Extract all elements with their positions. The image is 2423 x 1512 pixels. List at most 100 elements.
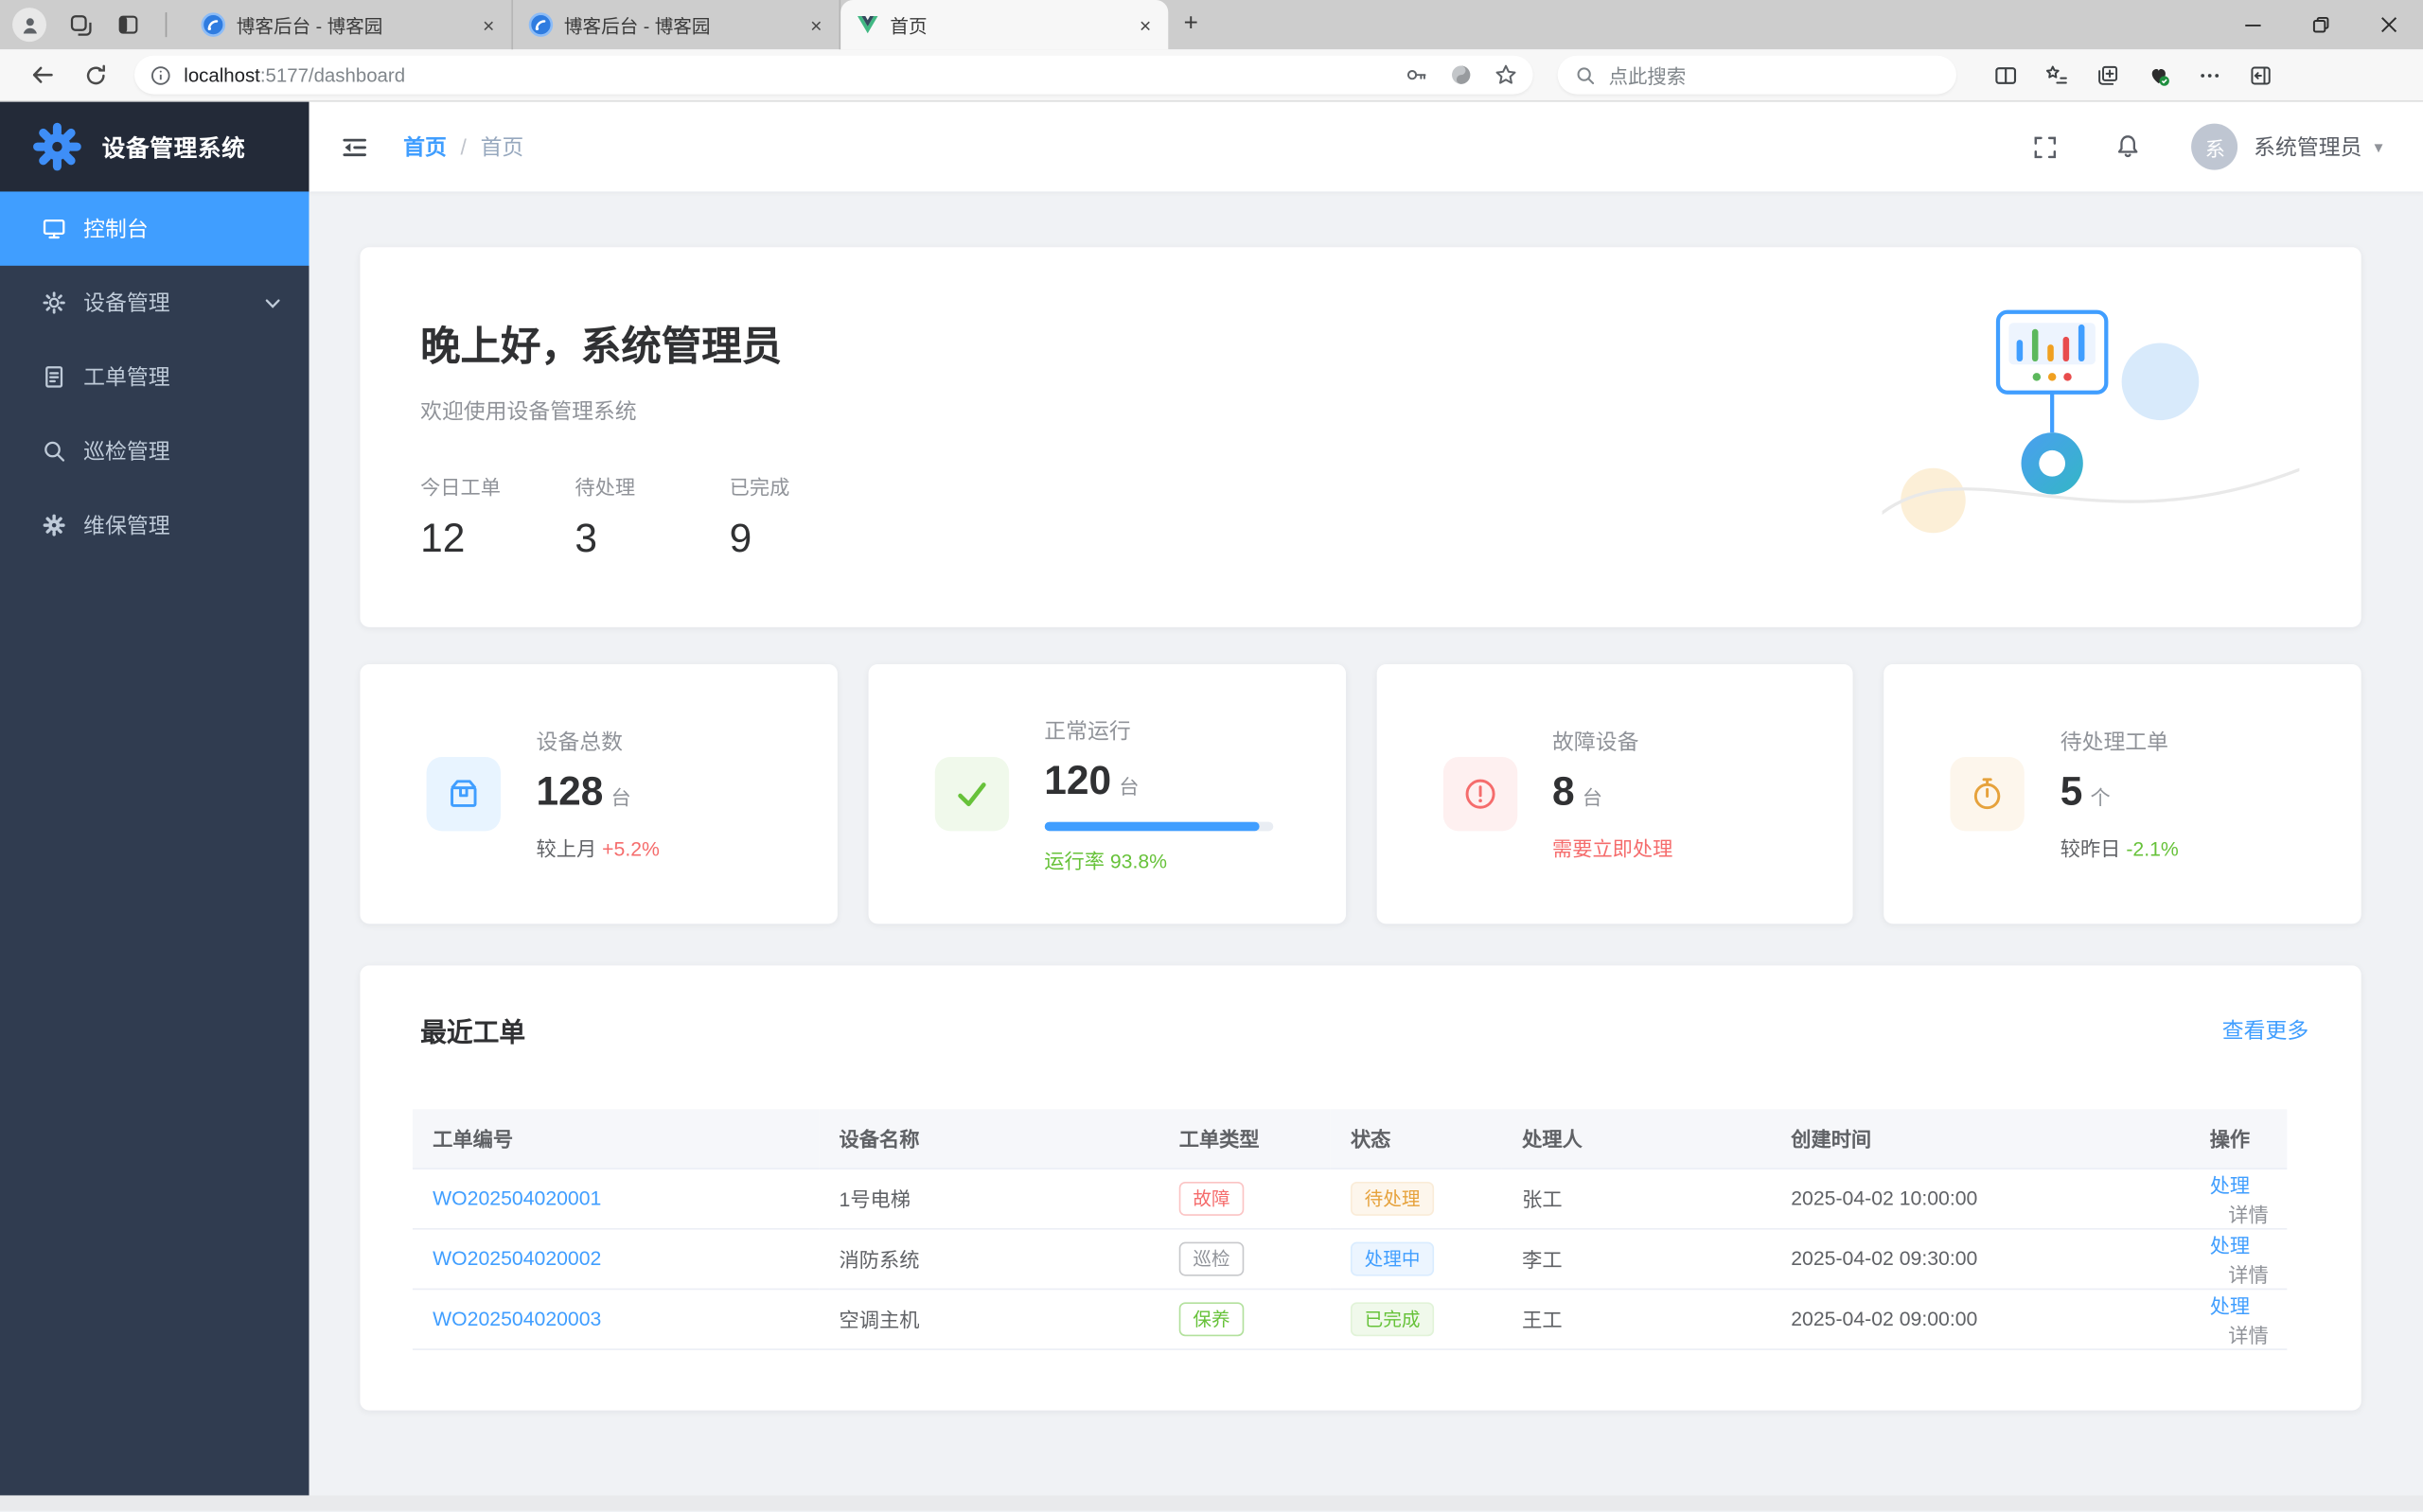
close-window-button[interactable] [2355, 0, 2423, 49]
monitor-icon [42, 217, 66, 241]
url-text[interactable]: localhost:5177/dashboard [184, 64, 405, 86]
type-tag: 故障 [1179, 1181, 1245, 1215]
process-link[interactable]: 处理 [2210, 1293, 2250, 1316]
address-bar[interactable]: localhost:5177/dashboard [134, 56, 1533, 95]
favorite-star-icon[interactable] [1494, 63, 1517, 86]
process-link[interactable]: 处理 [2210, 1173, 2250, 1196]
sidebar-item-inspection[interactable]: 巡检管理 [0, 414, 310, 488]
password-key-icon[interactable] [1405, 63, 1427, 86]
browser-profile-button[interactable] [12, 8, 46, 42]
sidebar-item-maintenance[interactable]: 维保管理 [0, 488, 310, 562]
detail-link[interactable]: 详情 [2228, 1323, 2268, 1345]
collections-icon[interactable] [2096, 62, 2120, 87]
browser-tab-active[interactable]: 首页 × [840, 0, 1168, 49]
back-icon[interactable] [15, 62, 69, 88]
recent-orders-card: 最近工单 查看更多 工单编号 设备名称 工单类型 状态 处理人 创建时间 [360, 965, 2361, 1410]
refresh-icon[interactable] [69, 62, 122, 87]
sidebar-item-label: 巡检管理 [83, 435, 169, 466]
table-row: WO202504020003 空调主机 保养 已完成 王工 2025-04-02… [413, 1289, 2287, 1349]
url-path: :5177/dashboard [260, 64, 405, 86]
app-logo: 设备管理系统 [0, 102, 310, 192]
stat-label: 今日工单 [420, 471, 501, 501]
stat-card-footer: 较上月 +5.2% [537, 833, 660, 862]
col-type: 工单类型 [1158, 1109, 1330, 1168]
breadcrumb-home[interactable]: 首页 [403, 132, 447, 163]
tab-title: 首页 [890, 11, 1123, 38]
document-icon [42, 364, 66, 389]
search-placeholder: 点此搜索 [1609, 61, 1687, 90]
stat-card-pending-orders: 待处理工单 5 个 较昨日 -2.1% [1884, 664, 2361, 923]
handler-name: 张工 [1502, 1168, 1771, 1228]
workspaces-icon[interactable] [68, 11, 95, 38]
breadcrumb-current: 首页 [481, 132, 524, 163]
device-name: 1号电梯 [819, 1168, 1158, 1228]
stat-card-faulty: 故障设备 8 台 需要立即处理 [1376, 664, 1853, 923]
vue-icon [856, 14, 878, 36]
stat-value: 3 [575, 515, 655, 563]
col-handler: 处理人 [1502, 1109, 1771, 1168]
trend-value: +5.2% [602, 837, 660, 860]
detail-link[interactable]: 详情 [2228, 1203, 2268, 1225]
stat-label: 待处理 [575, 471, 655, 501]
col-actions: 操作 [2189, 1109, 2287, 1168]
warning-icon [1461, 776, 1498, 813]
app-header: 首页 / 首页 系 [310, 102, 2423, 192]
browser-tab-1[interactable]: 博客后台 - 博客园 × [186, 0, 513, 49]
tab-close-icon[interactable]: × [478, 13, 499, 36]
col-device: 设备名称 [819, 1109, 1158, 1168]
browser-toolbar: localhost:5177/dashboard 点此搜索 [0, 49, 2423, 102]
created-time: 2025-04-02 09:30:00 [1771, 1228, 2189, 1289]
fullscreen-icon[interactable] [2033, 133, 2060, 160]
user-caret-icon[interactable]: ▾ [2375, 136, 2383, 156]
sidebar-item-console[interactable]: 控制台 [0, 191, 310, 265]
breadcrumb: 首页 / 首页 [403, 132, 523, 163]
favorites-icon[interactable] [2044, 62, 2069, 87]
sidebar-item-label: 控制台 [83, 213, 149, 244]
detail-link[interactable]: 详情 [2228, 1263, 2268, 1286]
minimize-button[interactable] [2219, 0, 2287, 49]
gear-solid-icon [42, 513, 66, 537]
type-tag: 保养 [1179, 1302, 1245, 1336]
user-name[interactable]: 系统管理员 [2254, 132, 2361, 163]
site-info-icon[interactable] [150, 64, 171, 86]
notification-bell-icon[interactable] [2114, 132, 2142, 160]
order-id-link[interactable]: WO202504020001 [433, 1187, 601, 1209]
browser-essentials-icon[interactable] [2147, 62, 2171, 87]
gear-icon [42, 290, 66, 315]
stat-value: 9 [730, 515, 810, 563]
status-tag: 已完成 [1351, 1302, 1434, 1336]
vertical-tabs-icon[interactable] [115, 12, 140, 37]
stat-card-total-devices: 设备总数 128 台 较上月 +5.2% [360, 664, 837, 923]
sidebar-item-workorders[interactable]: 工单管理 [0, 340, 310, 413]
restore-button[interactable] [2287, 0, 2355, 49]
search-box[interactable]: 点此搜索 [1558, 56, 1956, 95]
tab-close-icon[interactable]: × [1135, 13, 1156, 36]
stat-card-value: 8 [1552, 767, 1575, 816]
avatar[interactable]: 系 [2192, 124, 2238, 170]
split-screen-icon[interactable] [1993, 62, 2018, 87]
device-name: 空调主机 [819, 1289, 1158, 1349]
tab-close-icon[interactable]: × [805, 13, 826, 36]
more-menu-icon[interactable] [2198, 62, 2222, 87]
stat-value: 12 [420, 515, 501, 563]
new-tab-button[interactable]: + [1168, 8, 1213, 42]
search-icon [1575, 64, 1597, 86]
sidebar-panel-icon[interactable] [2249, 62, 2273, 87]
browser-tab-2[interactable]: 博客后台 - 博客园 × [513, 0, 840, 49]
check-icon [951, 774, 991, 814]
collapse-sidebar-icon[interactable] [330, 123, 379, 171]
app-title: 设备管理系统 [102, 131, 246, 163]
work-orders-table: 工单编号 设备名称 工单类型 状态 处理人 创建时间 操作 WO [413, 1109, 2287, 1349]
breadcrumb-separator: / [461, 134, 467, 159]
sync-status-icon[interactable] [1449, 63, 1472, 86]
sidebar-item-label: 维保管理 [83, 510, 169, 541]
order-id-link[interactable]: WO202504020002 [433, 1247, 601, 1270]
stat-card-unit: 个 [2091, 782, 2111, 811]
process-link[interactable]: 处理 [2210, 1234, 2250, 1257]
sidebar-item-devices[interactable]: 设备管理 [0, 266, 310, 340]
order-id-link[interactable]: WO202504020003 [433, 1307, 601, 1329]
stat-card-unit: 台 [1583, 782, 1602, 811]
box-icon [445, 776, 482, 813]
device-name: 消防系统 [819, 1228, 1158, 1289]
view-more-link[interactable]: 查看更多 [2222, 1014, 2308, 1046]
